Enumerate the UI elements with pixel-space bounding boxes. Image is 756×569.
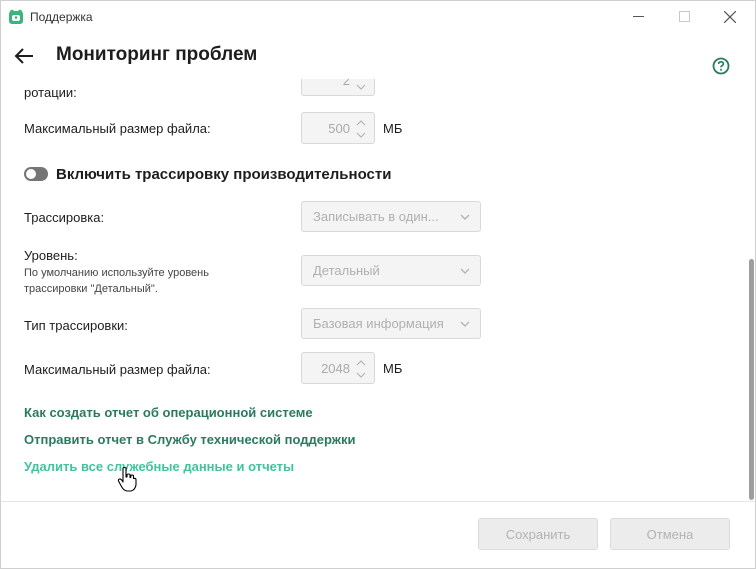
max-file-size-label: Максимальный размер файла: [24,362,211,377]
max-file-size-label: Максимальный размер файла: [24,121,211,136]
maximize-button[interactable] [661,1,707,32]
performance-tracing-title: Включить трассировку производительности [56,166,392,183]
page-title: Мониторинг проблем [56,44,258,65]
level-label: Уровень: [24,248,78,263]
chevron-down-icon [460,214,470,220]
cancel-button[interactable]: Отмена [610,518,730,550]
rotation-label: ротации: [24,85,77,100]
unit-label: МБ [383,361,403,376]
toggle-knob [26,169,36,179]
chevron-down-icon [460,268,470,274]
footer-divider [1,501,755,502]
close-button[interactable] [707,1,753,32]
performance-tracing-toggle[interactable] [24,167,48,181]
support-window: Поддержка Мониторинг проблем 2 ротации: … [0,0,756,569]
scrollbar-thumb[interactable] [749,259,754,500]
trace-type-value: Базовая информация [313,316,444,331]
trace-max-file-size-stepper[interactable]: 2048 [301,352,375,384]
level-hint: По умолчанию используйте уровень трассир… [24,267,209,295]
save-button[interactable]: Сохранить [478,518,598,550]
os-report-link[interactable]: Как создать отчет об операционной систем… [24,405,313,420]
tracing-value: Записывать в один... [313,209,439,224]
unit-label: МБ [383,121,403,136]
maximize-icon [678,11,690,22]
minimize-icon [632,16,644,17]
settings-content[interactable]: 2 ротации: Максимальный размер файла: 50… [1,79,746,501]
trace-type-select[interactable]: Базовая информация [301,308,481,339]
trace-max-file-size-value: 2048 [321,361,350,376]
delete-data-link[interactable]: Удалить все служебные данные и отчеты [24,459,294,474]
app-logo-icon [9,9,23,24]
stepper-arrows-icon [356,120,366,138]
close-icon [724,10,736,23]
send-report-link[interactable]: Отправить отчет в Службу технической под… [24,432,355,447]
level-value: Детальный [313,263,380,278]
back-button[interactable] [13,45,35,67]
help-circle-icon[interactable] [712,57,730,75]
back-arrow-icon [14,48,33,64]
minimize-button[interactable] [615,1,661,32]
tracing-label: Трассировка: [24,210,105,225]
window-title: Поддержка [30,10,93,24]
hand-cursor-icon [117,466,137,492]
level-select[interactable]: Детальный [301,255,481,286]
rotation-value: 2 [342,79,350,88]
chevron-down-icon [460,321,470,327]
title-bar: Поддержка [1,1,755,32]
stepper-arrows-icon [356,84,366,90]
max-file-size-stepper[interactable]: 500 [301,112,375,144]
rotation-stepper[interactable]: 2 [301,79,375,96]
stepper-arrows-icon [356,360,366,378]
trace-type-label: Тип трассировки: [24,318,128,333]
max-file-size-value: 500 [328,121,350,136]
tracing-select[interactable]: Записывать в один... [301,201,481,232]
